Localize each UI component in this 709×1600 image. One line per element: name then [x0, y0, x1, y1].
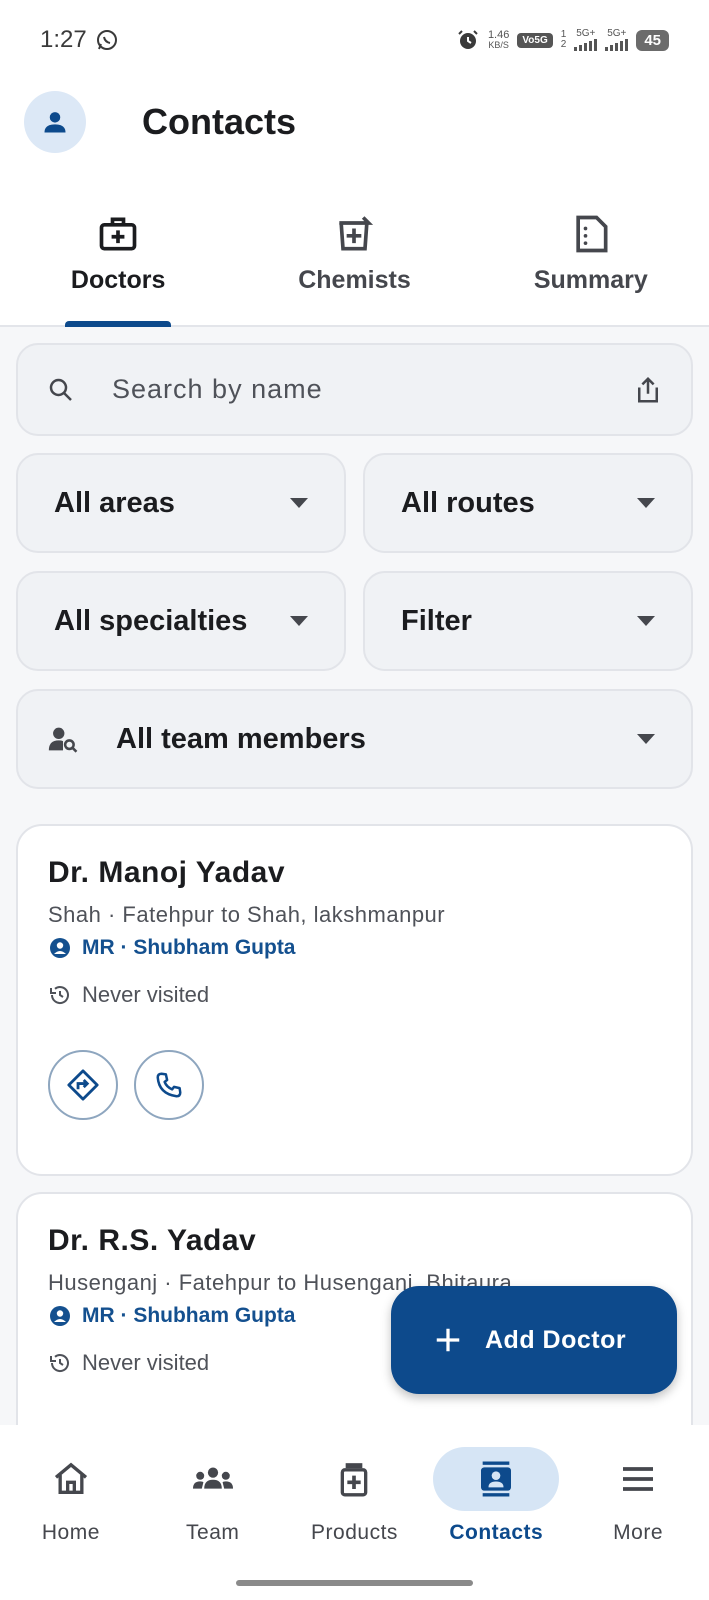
card-actions [48, 1050, 661, 1120]
dropdown-caret-icon [637, 734, 655, 744]
contacts-content: Search by name All areas All routes All … [0, 327, 709, 1425]
mr-name: MR · Shubham Gupta [82, 1304, 296, 1327]
summary-doc-icon [576, 215, 608, 253]
profile-avatar[interactable] [24, 91, 86, 153]
visit-status: Never visited [48, 982, 661, 1008]
sim2-signal-icon: 5G+ [605, 29, 629, 51]
menu-icon [623, 1467, 654, 1491]
dropdown-label: All team members [116, 722, 366, 755]
visit-text: Never visited [82, 982, 210, 1007]
search-bar[interactable]: Search by name [16, 343, 693, 436]
dropdown-caret-icon [637, 498, 655, 508]
tab-label: Chemists [298, 266, 411, 294]
contacts-icon [481, 1461, 512, 1497]
directions-button[interactable] [48, 1050, 118, 1120]
plus-icon [436, 1328, 460, 1352]
history-icon [50, 1354, 69, 1372]
areas-dropdown[interactable]: All areas [16, 453, 346, 553]
status-right: 1.46 KB/S Vo5G 12 5G+ 5G+ 45 [456, 28, 669, 52]
bottom-navigation: Home Team Products Contacts More [0, 1425, 709, 1600]
nav-label: Home [41, 1521, 100, 1544]
doctor-name: Dr. Manoj Yadav [48, 856, 286, 889]
nav-icon-container [8, 1447, 134, 1511]
medical-bag-icon [99, 217, 137, 251]
assigned-mr: MR · Shubham Gupta [48, 936, 661, 960]
nav-products[interactable]: Products [284, 1425, 426, 1600]
page-title: Contacts [142, 101, 297, 142]
phone-icon [156, 1072, 182, 1098]
dropdown-label: All areas [54, 486, 175, 519]
sim1-signal-icon: 5G+ [574, 29, 598, 51]
account-circle-icon [50, 1306, 70, 1326]
person-icon [44, 112, 66, 133]
nav-label: Products [311, 1521, 398, 1544]
tab-doctors[interactable]: Doctors [0, 200, 236, 327]
filter-dropdown[interactable]: Filter [363, 571, 693, 671]
contact-card[interactable]: Dr. Manoj Yadav Shah · Fatehpur to Shah,… [16, 824, 693, 1176]
app-header: Contacts [24, 90, 685, 154]
history-icon [50, 986, 69, 1004]
volte-badge: Vo5G [517, 32, 553, 48]
tab-summary[interactable]: Summary [473, 200, 709, 325]
person-search-icon [48, 727, 78, 753]
mr-name: MR · Shubham Gupta [82, 936, 296, 959]
dropdown-label: All specialties [54, 604, 248, 637]
dropdown-label: Filter [401, 604, 472, 637]
products-icon [341, 1463, 368, 1497]
dropdown-caret-icon [290, 498, 308, 508]
status-time: 1:27 [40, 26, 87, 53]
tab-chemists[interactable]: Chemists [236, 200, 472, 325]
add-doctor-label: Add Doctor [485, 1325, 627, 1354]
gesture-bar [236, 1580, 473, 1586]
nav-more[interactable]: More [567, 1425, 709, 1600]
nav-team[interactable]: Team [142, 1425, 284, 1600]
share-icon[interactable] [633, 375, 663, 405]
team-icon [192, 1467, 233, 1489]
contact-tabs: Doctors Chemists Summary [0, 200, 709, 327]
dropdown-caret-icon [290, 616, 308, 626]
specialties-dropdown[interactable]: All specialties [16, 571, 346, 671]
battery-indicator: 45 [636, 29, 669, 51]
doctor-address: Shah · Fatehpur to Shah, lakshmanpur [48, 902, 446, 927]
nav-icon-container [150, 1447, 276, 1511]
status-bar: 1:27 1.46 KB/S Vo5G 12 5G+ 5G+ 45 [0, 0, 709, 80]
status-left: 1:27 [40, 26, 119, 54]
account-circle-icon [50, 938, 70, 958]
team-members-dropdown[interactable]: All team members [16, 689, 693, 789]
pharmacy-icon [339, 216, 374, 251]
tab-label: Summary [533, 266, 648, 294]
dropdown-caret-icon [637, 616, 655, 626]
routes-dropdown[interactable]: All routes [363, 453, 693, 553]
home-icon [54, 1462, 87, 1494]
net-speed: 1.46 KB/S [487, 29, 510, 50]
directions-icon [67, 1069, 99, 1101]
search-icon [49, 378, 72, 401]
search-input[interactable]: Search by name [112, 374, 633, 405]
nav-home[interactable]: Home [0, 1425, 142, 1600]
nav-label: Team [186, 1521, 240, 1544]
nav-contacts[interactable]: Contacts [425, 1425, 567, 1600]
nav-icon-container [575, 1447, 701, 1511]
tab-label: Doctors [70, 266, 166, 294]
add-doctor-button[interactable]: Add Doctor [391, 1286, 677, 1394]
dropdown-label: All routes [401, 486, 535, 519]
call-button[interactable] [134, 1050, 204, 1120]
visit-text: Never visited [82, 1350, 210, 1375]
nav-label: More [613, 1521, 664, 1544]
sim-numbers: 12 [560, 29, 567, 50]
nav-label: Contacts [449, 1521, 544, 1544]
whatsapp-icon [96, 30, 117, 50]
nav-icon-container [433, 1447, 560, 1511]
alarm-icon [458, 30, 478, 49]
doctor-name: Dr. R.S. Yadav [48, 1224, 257, 1257]
nav-icon-container [291, 1447, 417, 1511]
